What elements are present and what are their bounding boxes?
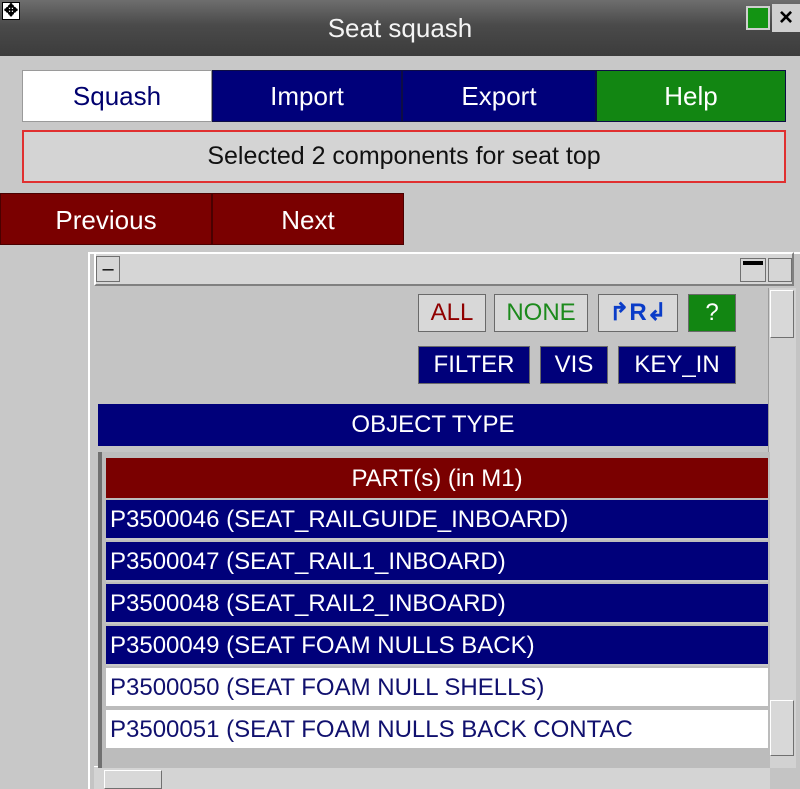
key-in-button[interactable]: KEY_IN	[618, 346, 736, 384]
scroll-left-arrow-icon[interactable]	[104, 770, 162, 789]
list-item[interactable]: P3500049 (SEAT FOAM NULLS BACK)	[106, 626, 768, 666]
horizontal-scrollbar[interactable]	[94, 766, 770, 789]
tab-export[interactable]: Export	[402, 70, 596, 122]
object-type-button[interactable]: OBJECT TYPE	[98, 404, 768, 446]
scroll-up-arrow-icon[interactable]	[770, 290, 794, 338]
close-icon[interactable]: ×	[772, 4, 800, 32]
maximize-icon[interactable]	[740, 258, 766, 282]
restore-icon[interactable]	[768, 258, 792, 282]
reverse-arrow-left-icon: ↲	[646, 299, 667, 326]
next-button[interactable]: Next	[212, 193, 404, 245]
reverse-arrow-right-icon: ↱	[609, 299, 630, 326]
filter-button[interactable]: FILTER	[418, 346, 530, 384]
list-item[interactable]: P3500050 (SEAT FOAM NULL SHELLS)	[106, 668, 768, 708]
scroll-thumb[interactable]	[770, 700, 794, 756]
status-message: Selected 2 components for seat top	[22, 130, 786, 183]
select-none-button[interactable]: NONE	[494, 294, 588, 332]
move-icon[interactable]: ✥	[2, 2, 20, 20]
vis-button[interactable]: VIS	[540, 346, 608, 384]
reverse-label: R	[629, 299, 647, 326]
list-item[interactable]: P3500046 (SEAT_RAILGUIDE_INBOARD)	[106, 500, 768, 540]
selector-help-button[interactable]: ?	[688, 294, 736, 332]
vertical-scrollbar[interactable]	[768, 288, 796, 768]
list-header[interactable]: PART(s) (in M1)	[106, 458, 768, 498]
previous-button[interactable]: Previous	[0, 193, 212, 245]
tab-import[interactable]: Import	[212, 70, 402, 122]
window-title: Seat squash	[327, 13, 473, 43]
list-item[interactable]: P3500051 (SEAT FOAM NULLS BACK CONTAC	[106, 710, 768, 750]
reverse-selection-button[interactable]: ↱R↲	[598, 294, 678, 332]
tab-help[interactable]: Help	[596, 70, 786, 122]
panel-header-bar	[94, 252, 794, 286]
tab-squash[interactable]: Squash	[22, 70, 212, 122]
list-item[interactable]: P3500047 (SEAT_RAIL1_INBOARD)	[106, 542, 768, 582]
status-indicator-icon	[746, 6, 770, 30]
select-all-button[interactable]: ALL	[418, 294, 486, 332]
collapse-icon[interactable]: –	[96, 256, 120, 282]
list-item[interactable]: P3500048 (SEAT_RAIL2_INBOARD)	[106, 584, 768, 624]
